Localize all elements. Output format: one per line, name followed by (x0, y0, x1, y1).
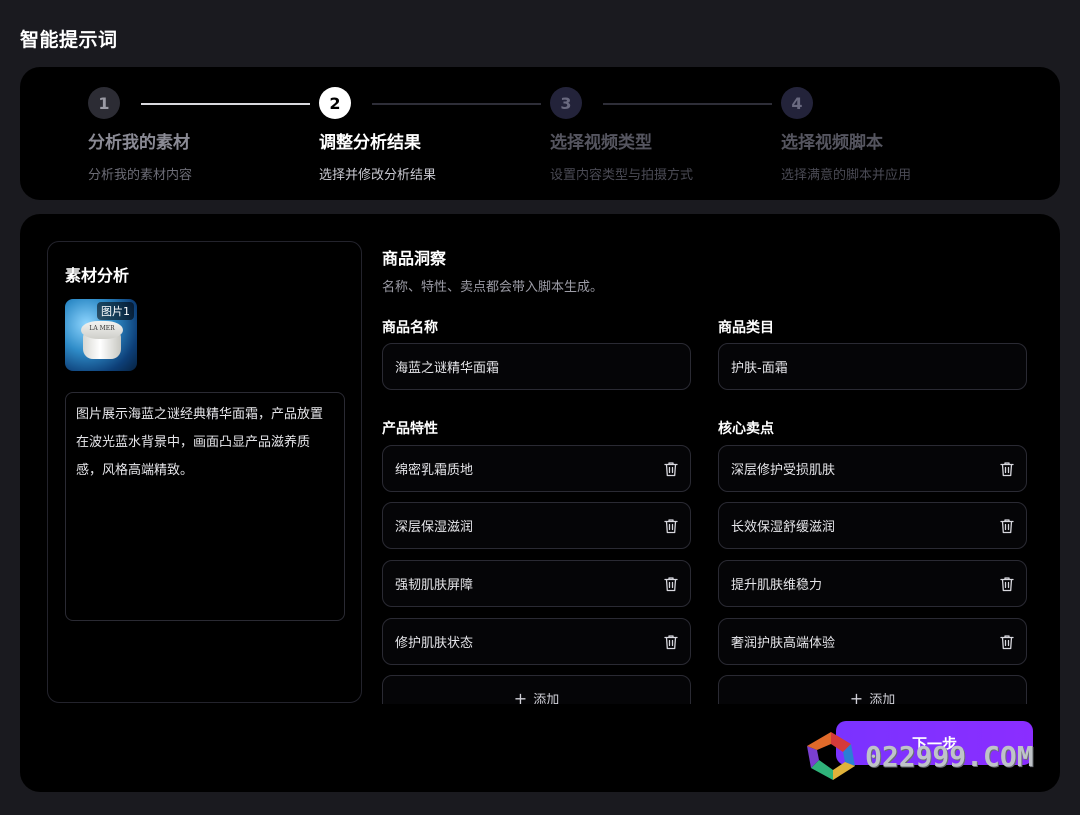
feature-item[interactable]: 强韧肌肤屏障 (382, 560, 691, 607)
selling-point-item[interactable]: 深层修护受损肌肤 (718, 445, 1027, 492)
product-name-label: 商品名称 (382, 320, 438, 336)
product-brand-mark: LA MER (89, 325, 115, 332)
add-feature-button[interactable]: + 添加 (382, 675, 691, 704)
step-subtitle: 设置内容类型与拍摄方式 (550, 168, 694, 183)
selling-point-text: 奢润护肤高端体验 (731, 636, 836, 651)
step-4[interactable]: 4 选择视频脚本 选择满意的脚本并应用 (781, 87, 1001, 183)
step-title: 调整分析结果 (319, 133, 421, 153)
selling-point-text: 提升肌肤维稳力 (731, 578, 823, 593)
product-name-value: 海蓝之谜精华面霜 (395, 361, 500, 376)
step-title: 选择视频脚本 (781, 133, 883, 153)
selling-points-label: 核心卖点 (718, 421, 774, 437)
add-selling-point-label: 添加 (869, 693, 896, 704)
product-category-input[interactable]: 护肤-面霜 (718, 343, 1027, 390)
add-feature-label: 添加 (533, 693, 560, 704)
step-title: 选择视频类型 (550, 133, 652, 153)
trash-icon[interactable] (1000, 518, 1014, 534)
trash-icon[interactable] (1000, 461, 1014, 477)
description-text: 图片展示海蓝之谜经典精华面霜，产品放置在波光蓝水背景中，画面凸显产品滋养质感，风… (76, 407, 324, 478)
selling-point-item[interactable]: 提升肌肤维稳力 (718, 560, 1027, 607)
step-subtitle: 选择并修改分析结果 (319, 168, 437, 183)
watermark: 022999.COM (803, 728, 1043, 784)
page-title: 智能提示词 (20, 29, 118, 51)
features-label: 产品特性 (382, 421, 438, 437)
feature-text: 强韧肌肤屏障 (395, 578, 474, 593)
image-badge: 图片1 (97, 302, 134, 320)
step-3[interactable]: 3 选择视频类型 设置内容类型与拍摄方式 (550, 87, 770, 183)
feature-item[interactable]: 修护肌肤状态 (382, 618, 691, 665)
step-subtitle: 选择满意的脚本并应用 (781, 168, 912, 183)
trash-icon[interactable] (1000, 576, 1014, 592)
trash-icon[interactable] (664, 461, 678, 477)
step-number: 2 (319, 87, 351, 119)
selling-point-item[interactable]: 奢润护肤高端体验 (718, 618, 1027, 665)
product-name-input[interactable]: 海蓝之谜精华面霜 (382, 343, 691, 390)
trash-icon[interactable] (1000, 634, 1014, 650)
step-number: 4 (781, 87, 813, 119)
description-textarea[interactable]: 图片展示海蓝之谜经典精华面霜，产品放置在波光蓝水背景中，画面凸显产品滋养质感，风… (65, 392, 345, 621)
watermark-text: 022999.COM (865, 739, 1034, 773)
step-2[interactable]: 2 调整分析结果 选择并修改分析结果 (319, 87, 539, 183)
product-category-value: 护肤-面霜 (731, 361, 788, 376)
step-number: 3 (550, 87, 582, 119)
trash-icon[interactable] (664, 518, 678, 534)
scroll-clip: + 添加 + 添加 (370, 674, 1050, 704)
selling-point-text: 深层修护受损肌肤 (731, 463, 836, 478)
page: 智能提示词 1 分析我的素材 分析我的素材内容 2 调整分析结果 选择并修改分析… (0, 0, 1080, 815)
step-1[interactable]: 1 分析我的素材 分析我的素材内容 (88, 87, 308, 183)
selling-point-text: 长效保湿舒缓滋润 (731, 520, 836, 535)
material-analysis-panel: 素材分析 LA MER 图片1 图片展示海蓝之谜经典精华面霜，产品放置在波光蓝水… (47, 241, 362, 703)
selling-point-item[interactable]: 长效保湿舒缓滋润 (718, 502, 1027, 549)
insight-subtitle: 名称、特性、卖点都会带入脚本生成。 (382, 280, 604, 295)
feature-item[interactable]: 深层保湿滋润 (382, 502, 691, 549)
insight-title: 商品洞察 (382, 249, 447, 268)
material-thumbnail[interactable]: LA MER 图片1 (65, 299, 137, 371)
feature-text: 绵密乳霜质地 (395, 463, 474, 478)
plus-icon: + (849, 689, 864, 704)
feature-text: 修护肌肤状态 (395, 636, 474, 651)
material-title: 素材分析 (65, 266, 130, 285)
add-selling-point-button[interactable]: + 添加 (718, 675, 1027, 704)
step-subtitle: 分析我的素材内容 (88, 168, 193, 183)
plus-icon: + (513, 689, 528, 704)
step-number: 1 (88, 87, 120, 119)
main-card: 素材分析 LA MER 图片1 图片展示海蓝之谜经典精华面霜，产品放置在波光蓝水… (20, 214, 1060, 792)
product-category-label: 商品类目 (718, 320, 774, 336)
stepper: 1 分析我的素材 分析我的素材内容 2 调整分析结果 选择并修改分析结果 3 选… (20, 67, 1060, 200)
feature-item[interactable]: 绵密乳霜质地 (382, 445, 691, 492)
trash-icon[interactable] (664, 634, 678, 650)
watermark-logo-icon (807, 732, 855, 780)
step-title: 分析我的素材 (88, 133, 190, 153)
trash-icon[interactable] (664, 576, 678, 592)
feature-text: 深层保湿滋润 (395, 520, 474, 535)
